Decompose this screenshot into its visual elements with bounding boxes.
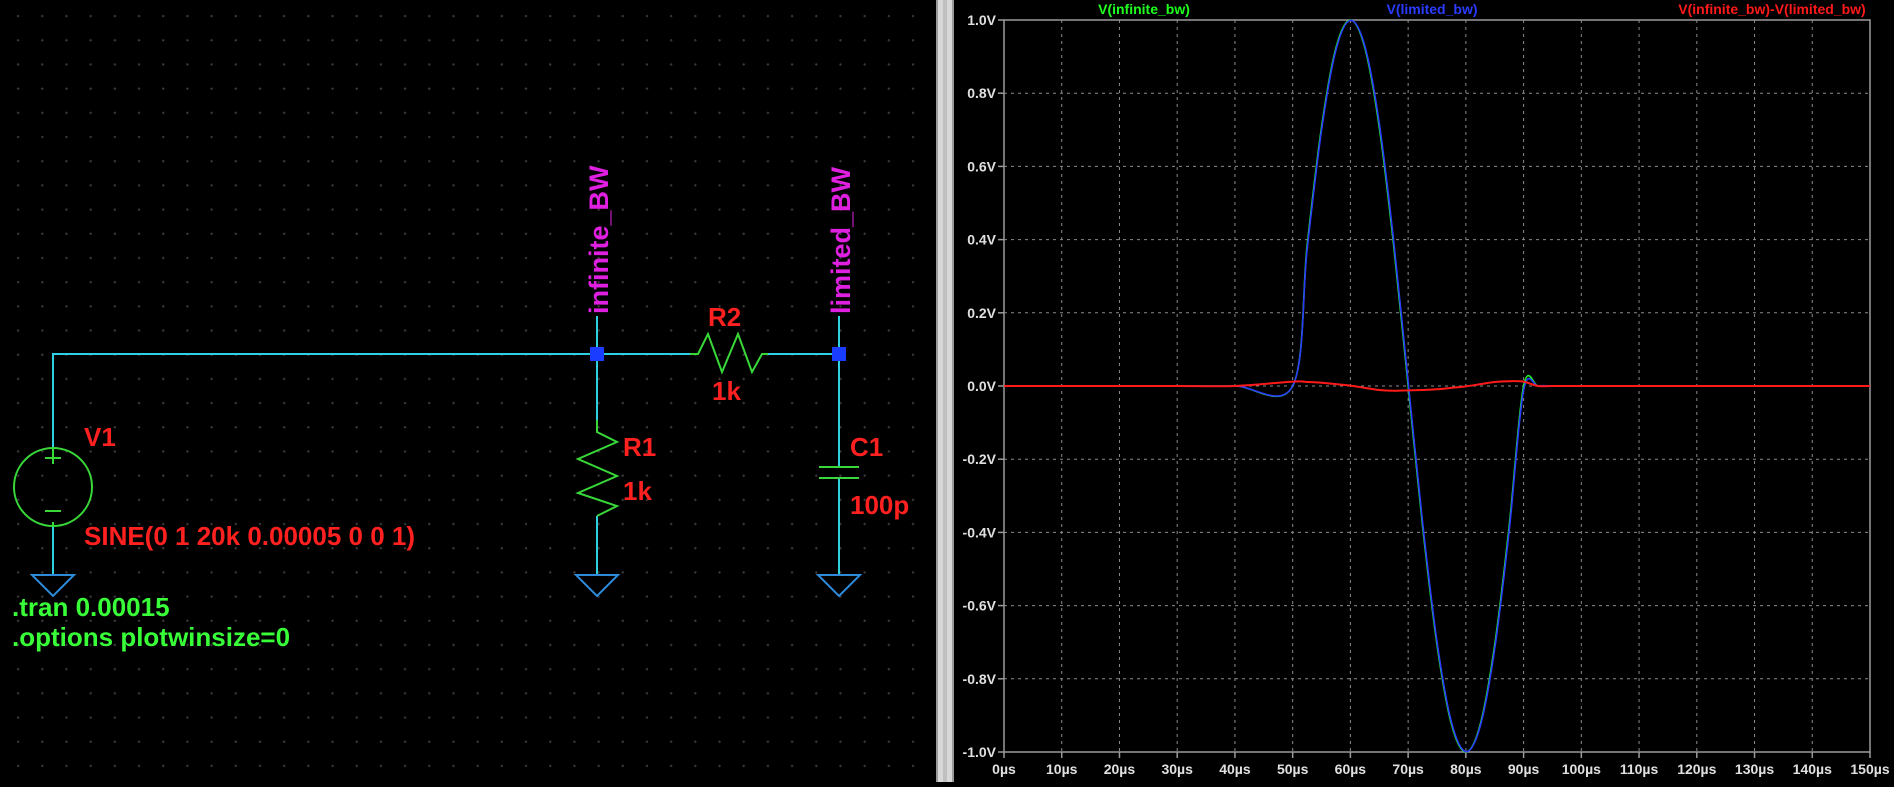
x-tick-label: 60µs [1335, 761, 1367, 777]
r1-name[interactable]: R1 [623, 432, 656, 462]
wire-input[interactable] [52, 353, 597, 453]
y-tick-label: -0.8V [963, 671, 997, 687]
x-tick-label: 0µs [992, 761, 1016, 777]
r2-name[interactable]: R2 [708, 302, 741, 332]
trace-legend-3[interactable]: V(infinite_bw)-V(limited_bw) [1678, 1, 1865, 17]
x-tick-label: 90µs [1508, 761, 1540, 777]
x-tick-label: 50µs [1277, 761, 1309, 777]
splitter-grip[interactable] [943, 0, 947, 782]
x-tick-label: 20µs [1104, 761, 1136, 777]
spice-directive-tran[interactable]: .tran 0.00015 [12, 592, 170, 622]
r2-value[interactable]: 1k [712, 376, 741, 406]
y-tick-label: -1.0V [963, 744, 997, 760]
x-tick-label: 130µs [1735, 761, 1774, 777]
x-tick-label: 30µs [1161, 761, 1193, 777]
x-tick-label: 80µs [1450, 761, 1482, 777]
net-label-limited-bw[interactable]: limited_BW [826, 166, 856, 314]
net-node-infinite[interactable] [590, 347, 604, 361]
schematic-canvas[interactable]: infinite_BW limited_BW V1 SINE(0 1 20k 0… [0, 0, 936, 782]
net-label-infinite-bw[interactable]: infinite_BW [584, 165, 614, 314]
spice-directive-options[interactable]: .options plotwinsize=0 [12, 622, 290, 652]
pane-splitter[interactable] [936, 0, 954, 782]
c1-name[interactable]: C1 [850, 432, 883, 462]
v1-value[interactable]: SINE(0 1 20k 0.00005 0 0 1) [84, 521, 415, 551]
ground-icon [815, 574, 863, 598]
y-tick-label: 1.0V [967, 12, 996, 28]
x-tick-label: 70µs [1392, 761, 1424, 777]
c1-value[interactable]: 100p [850, 490, 909, 520]
sine-voltage-source-icon[interactable] [13, 447, 93, 527]
v1-name[interactable]: V1 [84, 422, 116, 452]
trace-3[interactable] [1004, 380, 1870, 392]
y-tick-label: -0.2V [963, 451, 997, 467]
r1-value[interactable]: 1k [623, 476, 652, 506]
x-tick-label: 10µs [1046, 761, 1078, 777]
y-tick-label: -0.6V [963, 598, 997, 614]
trace-legend-2[interactable]: V(limited_bw) [1386, 1, 1477, 17]
trace-legend-1[interactable]: V(infinite_bw) [1098, 1, 1190, 17]
x-tick-label: 120µs [1677, 761, 1716, 777]
y-tick-label: 0.6V [967, 158, 996, 174]
y-tick-label: 0.0V [967, 378, 996, 394]
x-tick-label: 150µs [1850, 761, 1889, 777]
waveform-pane[interactable]: 1.0V 0.8V 0.6V 0.4V 0.2V 0.0V -0.2V -0.4V -0.6V -… [954, 0, 1894, 782]
y-tick-label: -0.4V [963, 524, 997, 540]
capacitor-icon[interactable] [819, 466, 859, 479]
y-tick-label: 0.8V [967, 85, 996, 101]
waveform-plot[interactable]: 1.0V 0.8V 0.6V 0.4V 0.2V 0.0V -0.2V -0.4V -0.6V -… [954, 0, 1894, 782]
y-tick-label: 0.2V [967, 305, 996, 321]
schematic-pane[interactable]: infinite_BW limited_BW V1 SINE(0 1 20k 0… [0, 0, 936, 782]
x-tick-label: 100µs [1562, 761, 1601, 777]
x-tick-label: 40µs [1219, 761, 1251, 777]
y-tick-label: 0.4V [967, 232, 996, 248]
resistor-icon[interactable] [575, 420, 620, 517]
resistor-icon[interactable] [690, 331, 768, 375]
x-tick-label: 110µs [1620, 761, 1659, 777]
net-node-limited[interactable] [832, 347, 846, 361]
x-tick-label: 140µs [1793, 761, 1832, 777]
ground-icon [573, 574, 621, 598]
